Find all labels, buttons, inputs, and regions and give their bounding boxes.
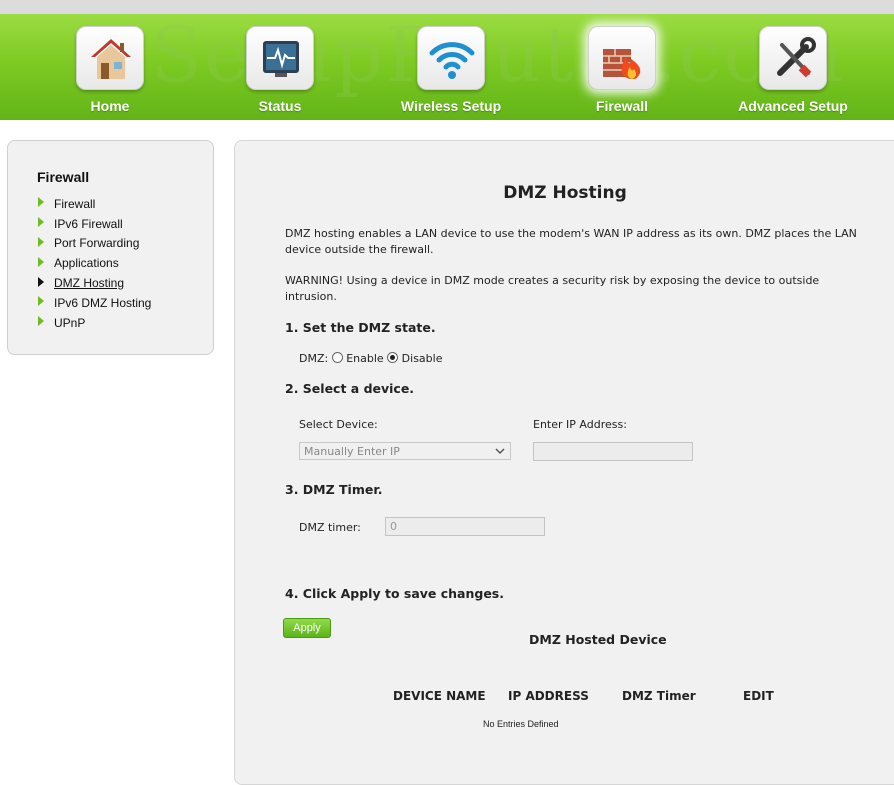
arrow-right-icon: [38, 197, 44, 208]
sidebar-item-label: IPv6 DMZ Hosting: [54, 295, 152, 310]
sidebar-item-upnp[interactable]: UPnP: [38, 313, 151, 333]
arrow-right-icon: [38, 276, 44, 287]
sidebar-item-label: Port Forwarding: [54, 236, 140, 251]
sidebar-item-port-forwarding[interactable]: Port Forwarding: [38, 234, 151, 254]
sidebar-item-dmz-hosting[interactable]: DMZ Hosting: [38, 273, 151, 293]
nav-item-advanced-setup[interactable]: Advanced Setup: [723, 22, 863, 120]
column-header-device-name: DEVICE NAME: [393, 689, 486, 703]
nav-item-status[interactable]: Status: [210, 22, 350, 120]
arrow-right-icon: [38, 236, 44, 247]
column-header-edit: EDIT: [743, 689, 774, 703]
column-header-ip-address: IP ADDRESS: [508, 689, 589, 703]
sidebar: Firewall Firewall IPv6 Firewall Port For…: [7, 140, 214, 355]
arrow-right-icon: [38, 316, 44, 327]
apply-button[interactable]: Apply: [283, 618, 331, 638]
nav-item-label: Status: [258, 98, 302, 114]
status-monitor-icon: [246, 26, 314, 90]
dmz-timer-input[interactable]: [385, 517, 545, 536]
sidebar-item-label: Firewall: [54, 196, 96, 211]
chevron-down-icon: [495, 448, 505, 455]
sidebar-item-ipv6-dmz-hosting[interactable]: IPv6 DMZ Hosting: [38, 293, 151, 313]
intro-text: DMZ hosting enables a LAN device to use …: [285, 227, 857, 256]
home-icon: [76, 26, 144, 90]
enter-ip-label: Enter IP Address:: [533, 418, 627, 431]
step3-heading: 3. DMZ Timer.: [285, 482, 383, 497]
sidebar-item-applications[interactable]: Applications: [38, 253, 151, 273]
select-device-label: Select Device:: [299, 418, 378, 431]
nav-item-home[interactable]: Home: [40, 22, 180, 120]
sidebar-item-label: IPv6 Firewall: [54, 216, 123, 231]
column-header-dmz-timer: DMZ Timer: [622, 689, 696, 703]
empty-table-message: No Entries Defined: [483, 719, 559, 729]
dmz-state-row: DMZ: Enable Disable: [299, 352, 442, 365]
select-device-value: Manually Enter IP: [304, 445, 400, 458]
top-navigation-bar: SetupRouter.com Home Status Wireless Set…: [0, 0, 894, 120]
step4-heading: 4. Click Apply to save changes.: [285, 586, 504, 601]
page-title: DMZ Hosting: [503, 183, 627, 203]
hosted-device-table-title: DMZ Hosted Device: [529, 632, 667, 647]
dmz-enable-label: Enable: [346, 352, 384, 365]
dmz-disable-label: Disable: [401, 352, 443, 365]
arrow-right-icon: [38, 256, 44, 267]
nav-item-label: Home: [90, 98, 130, 114]
step1-heading: 1. Set the DMZ state.: [285, 320, 436, 335]
sidebar-item-firewall[interactable]: Firewall: [38, 194, 151, 214]
firewall-icon: [588, 26, 656, 90]
wifi-icon: [417, 26, 485, 90]
sidebar-item-ipv6-firewall[interactable]: IPv6 Firewall: [38, 214, 151, 234]
top-border-strip: [0, 0, 894, 14]
nav-item-firewall[interactable]: Firewall: [552, 22, 692, 120]
main-panel: DMZ Hosting DMZ hosting enables a LAN de…: [234, 140, 894, 785]
nav-item-wireless-setup[interactable]: Wireless Setup: [381, 22, 521, 120]
dmz-timer-label: DMZ timer:: [299, 521, 361, 534]
step2-heading: 2. Select a device.: [285, 381, 415, 396]
sidebar-item-label: UPnP: [54, 315, 86, 330]
select-device-dropdown[interactable]: Manually Enter IP: [299, 442, 511, 460]
dmz-disable-radio[interactable]: [387, 352, 399, 363]
sidebar-menu: Firewall IPv6 Firewall Port Forwarding A…: [38, 194, 151, 333]
warning-text: WARNING! Using a device in DMZ mode crea…: [285, 274, 820, 303]
dmz-enable-radio[interactable]: [331, 352, 343, 363]
arrow-right-icon: [38, 296, 44, 307]
tools-icon: [759, 26, 827, 90]
sidebar-title: Firewall: [37, 169, 90, 185]
arrow-right-icon: [38, 217, 44, 228]
sidebar-item-label: DMZ Hosting: [54, 276, 125, 291]
ip-address-input[interactable]: [533, 442, 693, 461]
nav-item-label: Firewall: [595, 98, 649, 114]
dmz-state-label: DMZ:: [299, 352, 329, 365]
nav-item-label: Wireless Setup: [400, 98, 502, 114]
nav-item-label: Advanced Setup: [738, 98, 848, 114]
sidebar-item-label: Applications: [54, 256, 119, 271]
